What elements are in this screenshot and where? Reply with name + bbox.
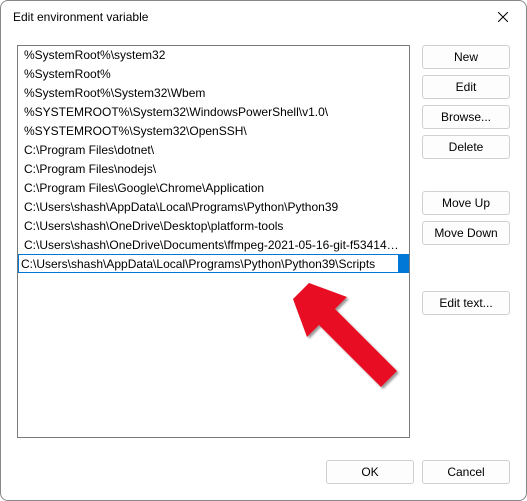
delete-button[interactable]: Delete bbox=[422, 135, 510, 159]
list-item[interactable]: C:\Program Files\dotnet\ bbox=[18, 141, 409, 160]
ok-button[interactable]: OK bbox=[326, 460, 414, 484]
list-item[interactable]: %SystemRoot% bbox=[18, 65, 409, 84]
close-button[interactable] bbox=[480, 1, 526, 33]
selection-caret bbox=[398, 255, 408, 272]
list-item-editing[interactable] bbox=[18, 254, 409, 273]
move-down-button[interactable]: Move Down bbox=[422, 221, 510, 245]
new-button[interactable]: New bbox=[422, 45, 510, 69]
dialog-title: Edit environment variable bbox=[13, 10, 480, 24]
edit-text-button[interactable]: Edit text... bbox=[422, 291, 510, 315]
cancel-button[interactable]: Cancel bbox=[422, 460, 510, 484]
edit-button[interactable]: Edit bbox=[422, 75, 510, 99]
close-icon bbox=[498, 12, 508, 22]
move-up-button[interactable]: Move Up bbox=[422, 191, 510, 215]
action-buttons: New Edit Browse... Delete Move Up Move D… bbox=[422, 45, 510, 438]
dialog-footer: OK Cancel bbox=[1, 450, 526, 500]
edit-env-dialog: Edit environment variable %SystemRoot%\s… bbox=[0, 0, 527, 501]
path-edit-input[interactable] bbox=[19, 255, 398, 272]
list-item[interactable]: %SYSTEMROOT%\System32\OpenSSH\ bbox=[18, 122, 409, 141]
list-item[interactable]: %SystemRoot%\system32 bbox=[18, 46, 409, 65]
browse-button[interactable]: Browse... bbox=[422, 105, 510, 129]
spacer bbox=[422, 165, 510, 185]
list-item[interactable]: C:\Program Files\nodejs\ bbox=[18, 160, 409, 179]
list-item[interactable]: %SYSTEMROOT%\System32\WindowsPowerShell\… bbox=[18, 103, 409, 122]
path-listbox[interactable]: %SystemRoot%\system32 %SystemRoot% %Syst… bbox=[17, 45, 410, 438]
list-item[interactable]: C:\Users\shash\OneDrive\Desktop\platform… bbox=[18, 217, 409, 236]
list-item[interactable]: C:\Program Files\Google\Chrome\Applicati… bbox=[18, 179, 409, 198]
dialog-content: %SystemRoot%\system32 %SystemRoot% %Syst… bbox=[1, 33, 526, 450]
spacer bbox=[422, 251, 510, 285]
titlebar: Edit environment variable bbox=[1, 1, 526, 33]
list-item[interactable]: C:\Users\shash\OneDrive\Documents\ffmpeg… bbox=[18, 236, 409, 255]
list-item[interactable]: %SystemRoot%\System32\Wbem bbox=[18, 84, 409, 103]
list-item[interactable]: C:\Users\shash\AppData\Local\Programs\Py… bbox=[18, 198, 409, 217]
